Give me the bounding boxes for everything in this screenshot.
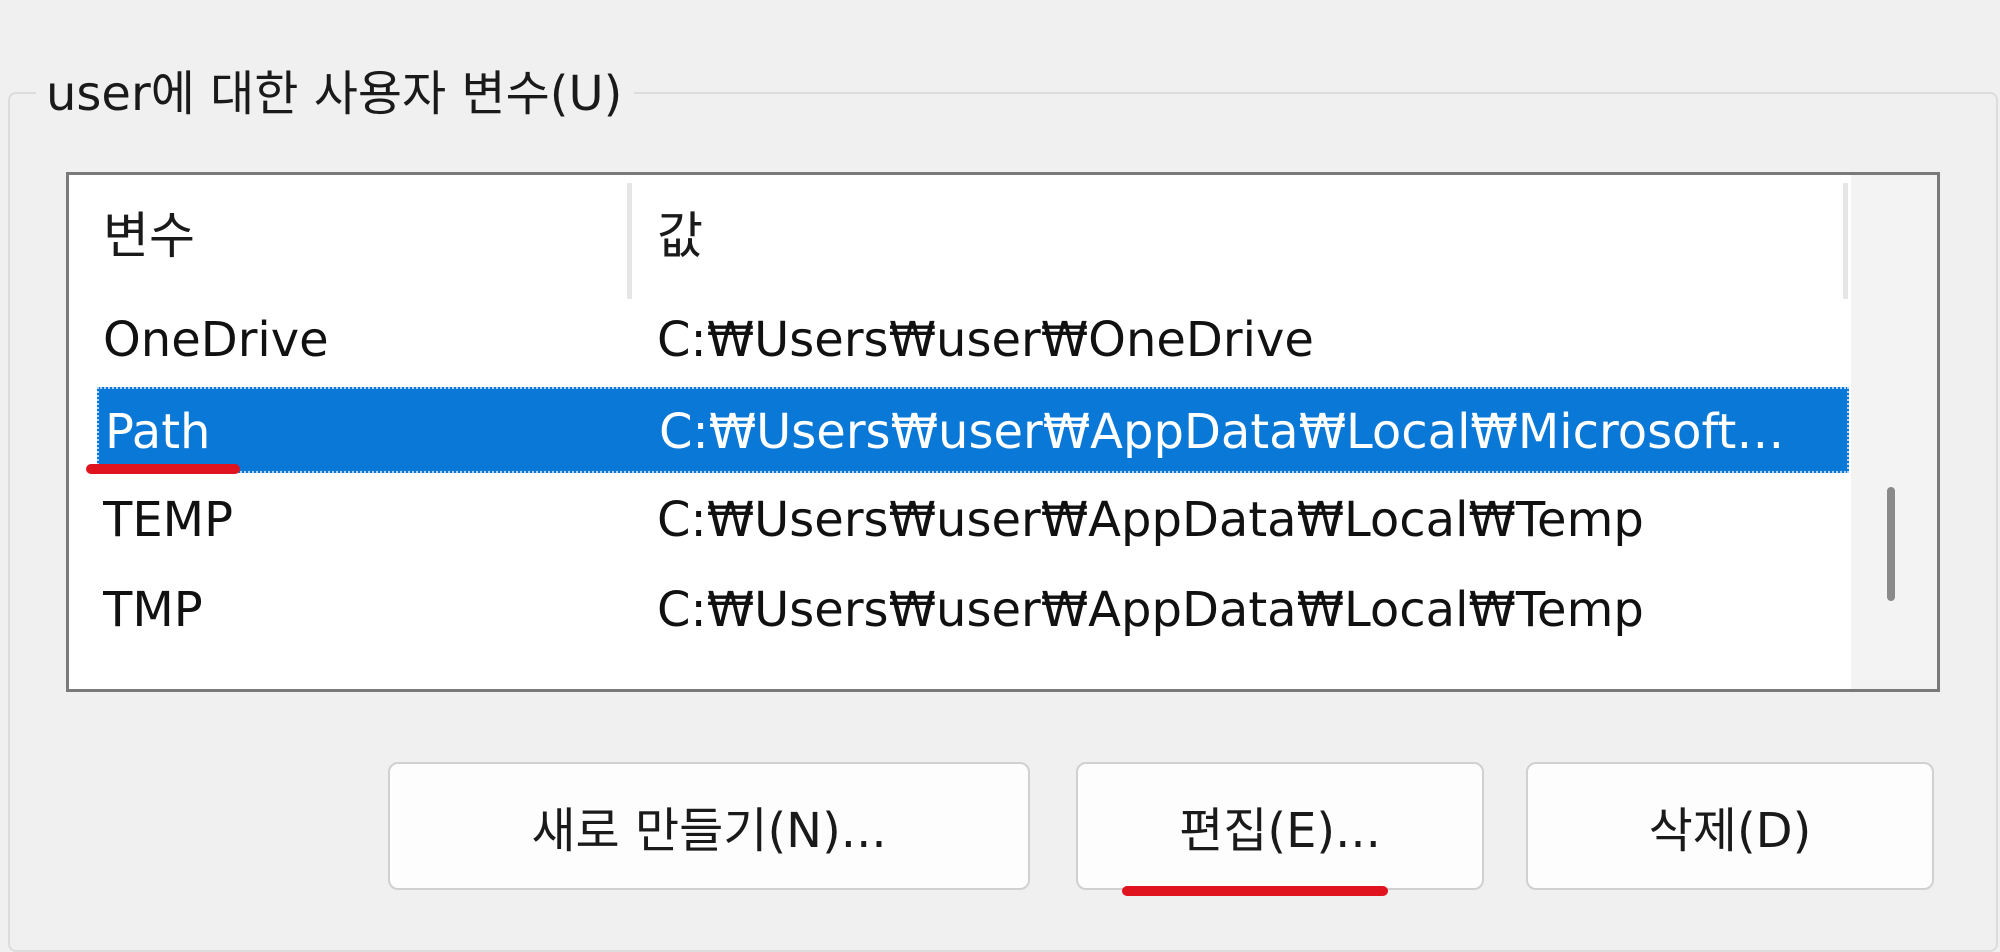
variable-value: C:₩Users₩user₩AppData₩Local₩Temp: [657, 582, 1644, 638]
variable-name: OneDrive: [103, 312, 329, 368]
list-header: 변수 값: [69, 175, 1849, 299]
variable-value: C:₩Users₩user₩AppData₩Local₩Microsoft…: [659, 404, 1785, 460]
variable-value: C:₩Users₩user₩AppData₩Local₩Temp: [657, 492, 1644, 548]
scrollbar-thumb[interactable]: [1887, 487, 1895, 601]
variable-name: TMP: [103, 582, 203, 638]
user-variables-list[interactable]: 변수 값 OneDrive C:₩Users₩user₩OneDrive Pat…: [66, 172, 1940, 692]
variable-name: TEMP: [103, 492, 234, 548]
column-divider[interactable]: [627, 183, 632, 299]
group-title: user에 대한 사용자 변수(U): [36, 62, 635, 126]
vertical-scrollbar[interactable]: [1851, 175, 1937, 689]
column-header-variable[interactable]: 변수: [103, 175, 195, 297]
edit-button[interactable]: 편집(E)...: [1076, 762, 1484, 890]
table-row-onedrive[interactable]: OneDrive C:₩Users₩user₩OneDrive: [97, 297, 1849, 383]
new-button[interactable]: 새로 만들기(N)...: [388, 762, 1030, 890]
table-row-path[interactable]: Path C:₩Users₩user₩AppData₩Local₩Microso…: [97, 387, 1849, 473]
table-row-temp[interactable]: TEMP C:₩Users₩user₩AppData₩Local₩Temp: [97, 477, 1849, 563]
variable-name: Path: [105, 404, 211, 460]
variable-value: C:₩Users₩user₩OneDrive: [657, 312, 1314, 368]
table-row-tmp[interactable]: TMP C:₩Users₩user₩AppData₩Local₩Temp: [97, 567, 1849, 653]
column-divider[interactable]: [1843, 183, 1848, 299]
annotation-underline-path: [86, 464, 240, 474]
annotation-underline-edit: [1122, 886, 1388, 896]
column-header-value[interactable]: 값: [657, 175, 703, 297]
delete-button[interactable]: 삭제(D): [1526, 762, 1934, 890]
